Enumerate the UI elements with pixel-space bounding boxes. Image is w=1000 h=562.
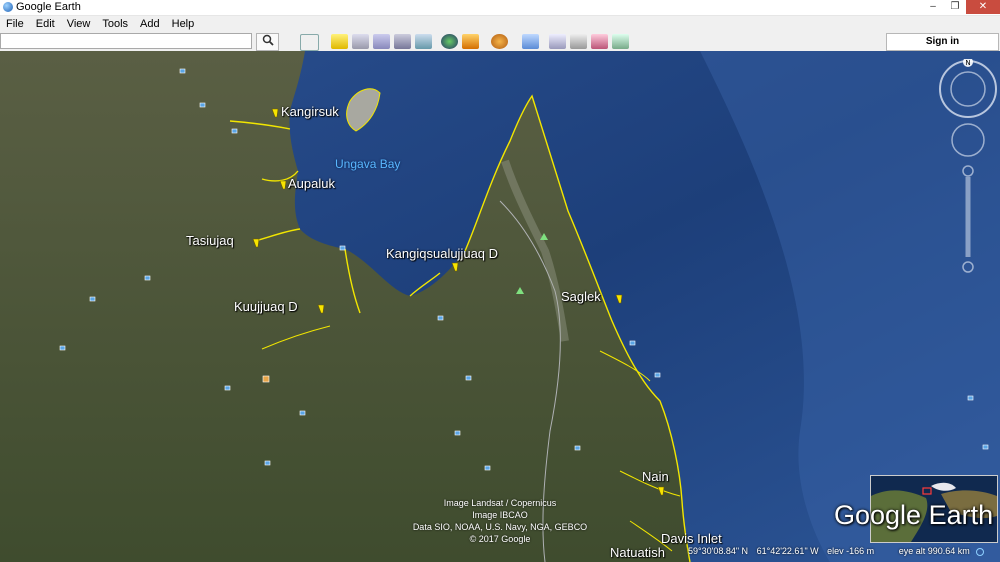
status-bar: 59°30'08.84" N 61°42'22.61" W elev -166 …: [612, 546, 985, 556]
photo-marker-icon[interactable]: [629, 340, 636, 346]
historical-imagery-icon[interactable]: [441, 34, 458, 49]
credit-line: Data SIO, NOAA, U.S. Navy, NGA, GEBCO: [412, 522, 588, 532]
photo-marker-icon[interactable]: [967, 395, 974, 401]
photo-marker-icon[interactable]: [264, 460, 271, 466]
toolbar: Sign in: [0, 32, 1000, 52]
label-davis-inlet[interactable]: Davis Inlet: [661, 531, 722, 546]
photo-marker-icon[interactable]: [982, 444, 989, 450]
label-aupaluk[interactable]: Aupaluk: [288, 176, 335, 191]
add-placemark-icon[interactable]: [331, 34, 348, 49]
google-earth-app-icon: [3, 2, 13, 12]
menu-tools[interactable]: Tools: [96, 16, 134, 32]
sidebar-toggle-icon[interactable]: [300, 34, 319, 51]
photo-marker-icon[interactable]: [465, 375, 472, 381]
sunlight-icon[interactable]: [462, 34, 479, 49]
menu-view[interactable]: View: [61, 16, 97, 32]
google-earth-logo: Google Earth: [834, 500, 994, 530]
email-icon[interactable]: [549, 34, 566, 49]
compass-north-label: N: [965, 59, 970, 67]
menu-add[interactable]: Add: [134, 16, 166, 32]
credit-line: Image Landsat / Copernicus: [443, 498, 557, 508]
look-joystick-icon[interactable]: [951, 123, 985, 157]
menu-help[interactable]: Help: [166, 16, 201, 32]
menu-bar: File Edit View Tools Add Help: [0, 16, 1000, 32]
map-imagery[interactable]: [0, 51, 1000, 562]
add-image-overlay-icon[interactable]: [394, 34, 411, 49]
photo-marker-icon[interactable]: [199, 102, 206, 108]
photo-marker-icon[interactable]: [437, 315, 444, 321]
menu-edit[interactable]: Edit: [30, 16, 61, 32]
label-kangirsuk[interactable]: Kangirsuk: [281, 104, 339, 119]
map-view[interactable]: Kangirsuk Aupaluk Tasiujaq Kangiqsualujj…: [0, 51, 1000, 562]
photo-marker-icon[interactable]: [339, 245, 346, 251]
label-ungava-bay: Ungava Bay: [335, 157, 401, 171]
streaming-indicator-icon: [976, 547, 985, 556]
credit-line: © 2017 Google: [469, 534, 531, 544]
photo-marker-icon[interactable]: [179, 68, 186, 74]
menu-file[interactable]: File: [0, 16, 30, 32]
photo-marker-icon[interactable]: [454, 430, 461, 436]
search-input[interactable]: [0, 33, 252, 49]
search-icon: [262, 34, 274, 46]
minimize-button[interactable]: –: [922, 0, 944, 14]
maximize-button[interactable]: ❐: [944, 0, 966, 14]
label-nain[interactable]: Nain: [642, 469, 669, 484]
longitude-readout: 61°42'22.61" W: [756, 546, 819, 556]
photo-marker-icon[interactable]: [59, 345, 66, 351]
print-icon[interactable]: [570, 34, 587, 49]
label-kangiqsualujjuaq[interactable]: Kangiqsualujjuaq D: [386, 246, 498, 261]
label-tasiujaq[interactable]: Tasiujaq: [186, 233, 234, 248]
search-button[interactable]: [256, 33, 279, 51]
close-button[interactable]: ✕: [966, 0, 1000, 14]
photo-marker-icon[interactable]: [574, 445, 581, 451]
zoom-slider[interactable]: [962, 165, 974, 273]
add-polygon-icon[interactable]: [352, 34, 369, 49]
title-bar: Google Earth – ❐ ✕: [0, 0, 1000, 16]
credit-line: Image IBCAO: [472, 510, 528, 520]
add-path-icon[interactable]: [373, 34, 390, 49]
record-tour-icon[interactable]: [415, 34, 432, 49]
photo-marker-icon[interactable]: [89, 296, 96, 302]
imagery-credits: Image Landsat / Copernicus Image IBCAO D…: [400, 497, 600, 545]
planets-icon[interactable]: [491, 34, 508, 49]
label-kuujjuaq[interactable]: Kuujjuaq D: [234, 299, 298, 314]
ruler-icon[interactable]: [522, 34, 539, 49]
label-saglek[interactable]: Saglek: [561, 289, 601, 304]
latitude-readout: 59°30'08.84" N: [688, 546, 749, 556]
save-image-icon[interactable]: [591, 34, 608, 49]
photo-marker-icon[interactable]: [299, 410, 306, 416]
sign-in-button[interactable]: Sign in: [886, 33, 999, 51]
eye-altitude-readout: eye alt 990.64 km: [898, 546, 970, 556]
photo-marker-icon[interactable]: [231, 128, 238, 134]
elevation-readout: elev -166 m: [827, 546, 875, 556]
photo-marker-icon[interactable]: [654, 372, 661, 378]
view-in-maps-icon[interactable]: [612, 34, 629, 49]
photo-marker-icon[interactable]: [224, 385, 231, 391]
photo-marker-icon[interactable]: [144, 275, 151, 281]
photo-marker-icon[interactable]: [262, 375, 270, 383]
compass-ring-icon[interactable]: [939, 59, 997, 118]
window-title: Google Earth: [16, 1, 81, 13]
photo-marker-icon[interactable]: [484, 465, 491, 471]
